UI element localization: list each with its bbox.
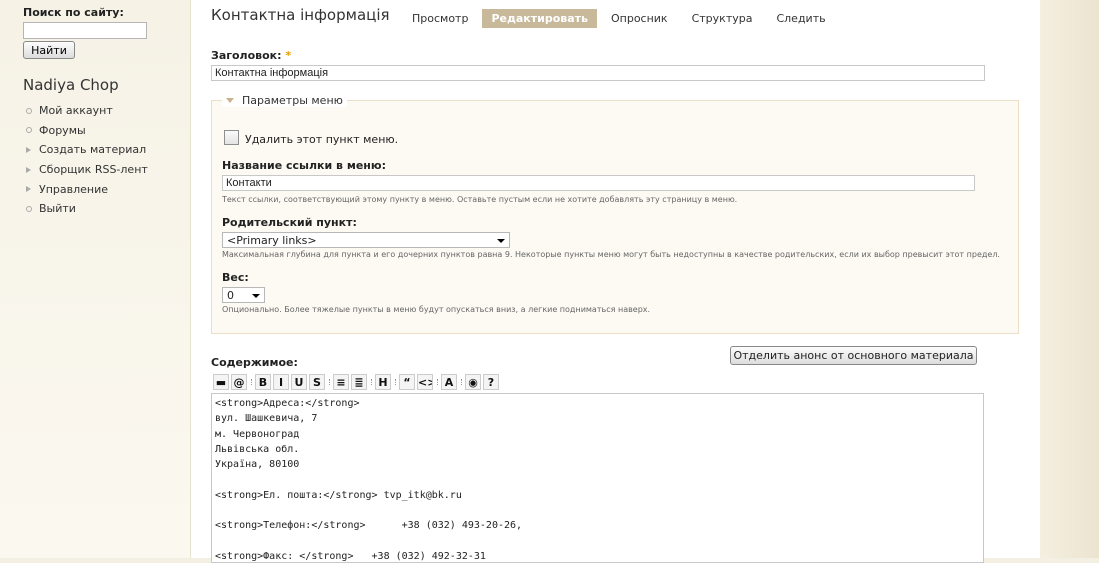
link-title-input[interactable]: [222, 175, 975, 191]
tab-2[interactable]: Опросник: [599, 9, 680, 28]
toolbar-separator: [329, 379, 331, 385]
sidebar-menu-label: Сборщик RSS-лент: [39, 163, 148, 177]
sidebar-menu-label: Мой аккаунт: [39, 104, 113, 118]
menu-settings-legend-text: Параметры меню: [242, 94, 343, 107]
editor-toolbar: ▬@ BIUS ≡≣ H “<> A ◉?: [213, 374, 501, 390]
sidebar-menu-item[interactable]: Создать материал: [25, 140, 148, 160]
right-background: [1040, 0, 1099, 558]
quote-icon[interactable]: “: [399, 374, 415, 390]
search-button[interactable]: Найти: [23, 41, 75, 59]
heading-icon[interactable]: H: [375, 374, 391, 390]
title-input[interactable]: [211, 65, 985, 81]
strike-icon[interactable]: S: [309, 374, 325, 390]
dropdown-arrow-icon: [497, 239, 505, 243]
toolbar-separator: [461, 379, 463, 385]
weight-description: Опционально. Более тяжелые пункты в меню…: [222, 305, 651, 314]
underline-icon[interactable]: U: [291, 374, 307, 390]
title-label: Заголовок: *: [211, 49, 292, 62]
toolbar-separator: [395, 379, 397, 385]
search-label: Поиск по сайту:: [23, 6, 124, 19]
tab-1[interactable]: Редактировать: [482, 9, 597, 28]
bullet-circle-icon: [26, 127, 32, 134]
body-label: Содержимое:: [211, 356, 298, 369]
italic-icon[interactable]: I: [273, 374, 289, 390]
unordered-list-icon[interactable]: ≣: [351, 374, 367, 390]
sidebar-menu-label: Выйти: [39, 202, 76, 216]
parent-item-description: Максимальная глубина для пункта и его до…: [222, 250, 1000, 259]
parent-item-select[interactable]: <Primary links>: [222, 232, 510, 248]
image-icon[interactable]: ▬: [213, 374, 229, 390]
split-summary-button[interactable]: Отделить анонс от основного материала: [730, 346, 977, 365]
bullet-triangle-icon: [26, 146, 31, 153]
preview-icon[interactable]: ◉: [465, 374, 481, 390]
bullet-circle-icon: [26, 107, 32, 114]
delete-menu-item-checkbox[interactable]: [224, 130, 239, 145]
toolbar-separator: [371, 379, 373, 385]
collapse-triangle-icon: [226, 98, 234, 103]
bullet-circle-icon: [26, 205, 32, 212]
ordered-list-icon[interactable]: ≡: [333, 374, 349, 390]
weight-value: 0: [227, 289, 234, 302]
sidebar-menu-label: Форумы: [39, 123, 86, 137]
sidebar-menu-label: Управление: [39, 182, 109, 196]
bold-icon[interactable]: B: [255, 374, 271, 390]
help-icon[interactable]: ?: [483, 374, 499, 390]
code-icon[interactable]: <>: [417, 374, 433, 390]
sidebar-menu-item[interactable]: Выйти: [25, 199, 148, 219]
link-icon[interactable]: @: [231, 374, 247, 390]
sidebar-menu-item[interactable]: Мой аккаунт: [25, 101, 148, 121]
body-textarea[interactable]: <strong>Адреса:</strong> вул. Шашкевича,…: [211, 393, 984, 563]
username-heading: Nadiya Chop: [23, 76, 119, 94]
user-menu: Мой аккаунт Форумы Создать материал Сборщик…: [25, 101, 148, 219]
link-title-description: Текст ссылки, соответствующий этому пунк…: [222, 195, 738, 204]
required-mark: *: [285, 49, 292, 62]
toolbar-separator: [437, 379, 439, 385]
dropdown-arrow-icon: [252, 294, 260, 298]
weight-label: Вес:: [222, 271, 249, 284]
sidebar-menu-label: Создать материал: [39, 143, 147, 157]
search-input[interactable]: [23, 22, 147, 39]
tab-bar: Просмотр Редактировать Опросник Структура Сл…: [400, 9, 838, 28]
toolbar-separator: [251, 379, 253, 385]
sidebar-menu-item[interactable]: Управление: [25, 179, 148, 199]
tab-3[interactable]: Структура: [680, 9, 765, 28]
bullet-triangle-icon: [26, 166, 31, 173]
page-title: Контактна інформація: [211, 6, 390, 24]
sidebar-menu-item[interactable]: Форумы: [25, 121, 148, 141]
weight-select[interactable]: 0: [222, 287, 265, 303]
sidebar-menu-item[interactable]: Сборщик RSS-лент: [25, 160, 148, 180]
tab-4[interactable]: Следить: [764, 9, 837, 28]
link-title-label: Название ссылки в меню:: [222, 159, 386, 172]
tab-0[interactable]: Просмотр: [400, 9, 480, 28]
menu-settings-legend[interactable]: Параметры меню: [222, 94, 347, 107]
text-color-icon[interactable]: A: [441, 374, 457, 390]
delete-menu-item-label: Удалить этот пункт меню.: [245, 133, 399, 146]
bullet-triangle-icon: [26, 186, 31, 193]
parent-item-label: Родительский пункт:: [222, 216, 357, 229]
parent-item-value: <Primary links>: [227, 234, 317, 247]
